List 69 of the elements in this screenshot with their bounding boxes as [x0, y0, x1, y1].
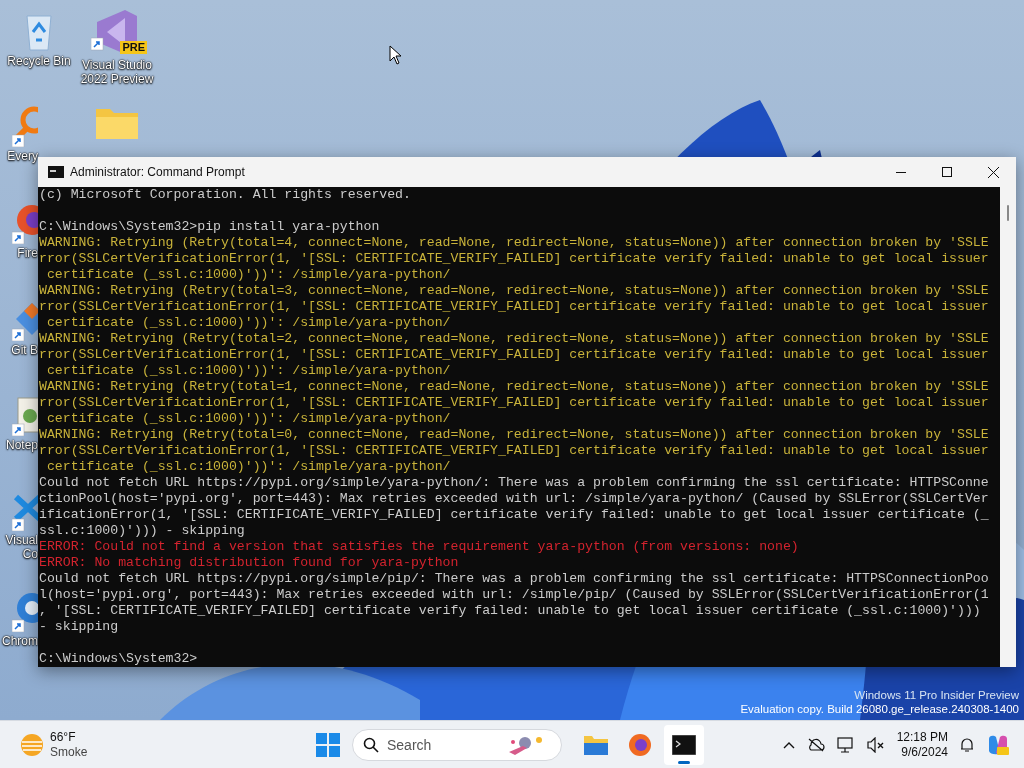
console-line: WARNING: Retrying (Retry(total=0, connect=None, read=None, redirect=None, status=None)) after connection broken by 'SSLE	[39, 427, 989, 443]
console-line: WARNING: Retrying (Retry(total=1, connect=None, read=None, redirect=None, status=None)) after connection broken by 'SSLE	[39, 379, 989, 395]
icon-label: 2022 Preview	[80, 72, 154, 86]
network-icon	[836, 736, 855, 753]
console-line: Could not fetch URL https://pypi.org/simple/pip/: There was a problem confirming the ssl certificate: HTTPSConnectionPoo	[39, 571, 989, 587]
console-line: ificationError(1, '[SSL: CERTIFICATE_VERIFY_FAILED] certificate verify failed: unable to get local issuer certificate (_	[39, 507, 989, 523]
icon-label: Visual	[5, 533, 38, 547]
close-icon	[987, 166, 999, 178]
console-line: C:\Windows\System32>	[39, 651, 198, 667]
search-field[interactable]: Search	[387, 734, 497, 756]
console-line: C:\Windows\System32>pip install yara-python	[39, 219, 380, 235]
minimize-icon	[896, 171, 906, 173]
sun-haze-icon	[20, 732, 44, 757]
console-line: rror(SSLCertVerificationError(1, '[SSL: CERTIFICATE_VERIFY_FAILED] certificate verify failed: unable to get local issuer	[39, 299, 989, 315]
console-line: certificate (_ssl.c:1000)'))': /simple/yara-python/	[45, 363, 451, 379]
console-line: certificate (_ssl.c:1000)'))': /simple/yara-python/	[45, 267, 451, 283]
watermark-text: Windows 11 Pro Insider Preview	[854, 688, 1019, 702]
icon-label: Git B	[11, 343, 38, 357]
folder-icon	[583, 734, 609, 756]
maximize-icon	[942, 167, 952, 177]
taskbar-app[interactable]	[664, 725, 704, 765]
chevron-up-icon	[782, 740, 795, 749]
mouse-pointer-icon	[389, 45, 401, 65]
console-line: rror(SSLCertVerificationError(1, '[SSL: CERTIFICATE_VERIFY_FAILED] certificate verify failed: unable to get local issuer	[39, 347, 989, 363]
console-line: certificate (_ssl.c:1000)'))': /simple/yara-python/	[45, 459, 451, 475]
console-line: ssl.c:1000)'))) - skipping	[39, 523, 245, 539]
console-line: WARNING: Retrying (Retry(total=4, connect=None, read=None, redirect=None, status=None)) after connection broken by 'SSLE	[39, 235, 989, 251]
clock-time: 12:18 PM	[896, 729, 948, 745]
search-bar[interactable]: Search	[352, 729, 562, 761]
console-line: , '[SSL: CERTIFICATE_VERIFY_FAILED] certificate verify failed: unable to get local issuer certificate (_ssl.c:1000)')))	[39, 603, 981, 619]
magnifier-icon	[12, 105, 38, 147]
icon-label: Co	[22, 547, 38, 561]
preview-badge: PRE	[120, 41, 147, 54]
windows-logo-icon	[316, 733, 340, 757]
window-title: Administrator: Command Prompt	[70, 164, 245, 181]
code-editor-icon	[12, 493, 38, 531]
scroll-thumb[interactable]	[1007, 205, 1009, 221]
console-line: certificate (_ssl.c:1000)'))': /simple/yara-python/	[45, 315, 451, 331]
console-line: (c) Microsoft Corporation. All rights reserved.	[39, 187, 411, 203]
icon-label: Chrom	[2, 634, 38, 648]
cloud-off-icon	[806, 737, 825, 752]
browser-icon	[628, 733, 652, 757]
console-line: WARNING: Retrying (Retry(total=2, connect=None, read=None, redirect=None, status=None)) after connection broken by 'SSLE	[39, 331, 989, 347]
console-line: l(host='pypi.org', port=443): Max retries exceeded with url: /simple/pip/ (Caused by SSLError(SSLCertVerificationError(1	[39, 587, 989, 603]
console-line: Could not fetch URL https://pypi.org/simple/yara-python/: There was a problem confirming the ssl certificate: HTTPSConne	[39, 475, 989, 491]
console-line: ERROR: No matching distribution found for yara-python	[39, 555, 459, 571]
console-line: ctionPool(host='pypi.org', port=443): Max retries exceeded with url: /simple/yara-python/ (Caused by SSLError(SSLCertVer	[39, 491, 989, 507]
console-line: rror(SSLCertVerificationError(1, '[SSL: CERTIFICATE_VERIFY_FAILED] certificate verify failed: unable to get local issuer	[39, 395, 989, 411]
bell-icon	[960, 736, 974, 753]
weather-condition: Smoke	[50, 744, 88, 760]
watermark-text: Evaluation copy. Build 26080.ge_release.240308-1400	[740, 702, 1019, 716]
active-indicator	[678, 761, 690, 764]
clock-date: 9/6/2024	[901, 744, 948, 760]
icon-label: Visual Studio	[82, 58, 152, 72]
icon-label: Recycle Bin	[7, 54, 71, 68]
search-icon	[363, 737, 379, 753]
console-line: - skipping	[39, 619, 119, 635]
icon-label: Fire	[17, 246, 38, 260]
icon-label: Notep	[5, 438, 38, 452]
console-line: WARNING: Retrying (Retry(total=3, connect=None, read=None, redirect=None, status=None)) after connection broken by 'SSLE	[39, 283, 989, 299]
console-line: certificate (_ssl.c:1000)'))': /simple/yara-python/	[45, 411, 451, 427]
icon-label: Every	[7, 149, 38, 163]
console-icon	[48, 166, 64, 178]
console-line: rror(SSLCertVerificationError(1, '[SSL: CERTIFICATE_VERIFY_FAILED] certificate verify failed: unable to get local issuer	[39, 443, 989, 459]
volume-muted-icon	[866, 736, 885, 753]
console-line: rror(SSLCertVerificationError(1, '[SSL: CERTIFICATE_VERIFY_FAILED] certificate verify failed: unable to get local issuer	[39, 251, 989, 267]
terminal-icon	[672, 735, 696, 755]
temperature: 66°F	[50, 729, 77, 745]
console-line: ERROR: Could not find a version that satisfies the requirement yara-python (from versions: none)	[39, 539, 799, 555]
